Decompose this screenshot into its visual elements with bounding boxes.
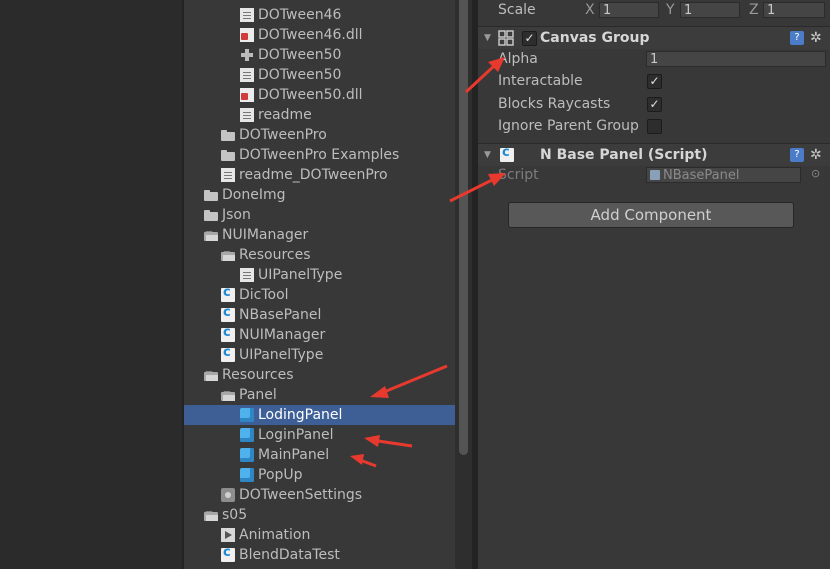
- annotation-arrows-layer: [350, 57, 506, 468]
- annotation-arrow-login-panel: [364, 435, 413, 448]
- annotation-arrow-alpha: [464, 57, 505, 94]
- annotation-arrow-panel-folder: [370, 364, 448, 398]
- annotation-arrow-main-panel: [350, 454, 377, 468]
- annotation-arrow-script: [449, 173, 506, 203]
